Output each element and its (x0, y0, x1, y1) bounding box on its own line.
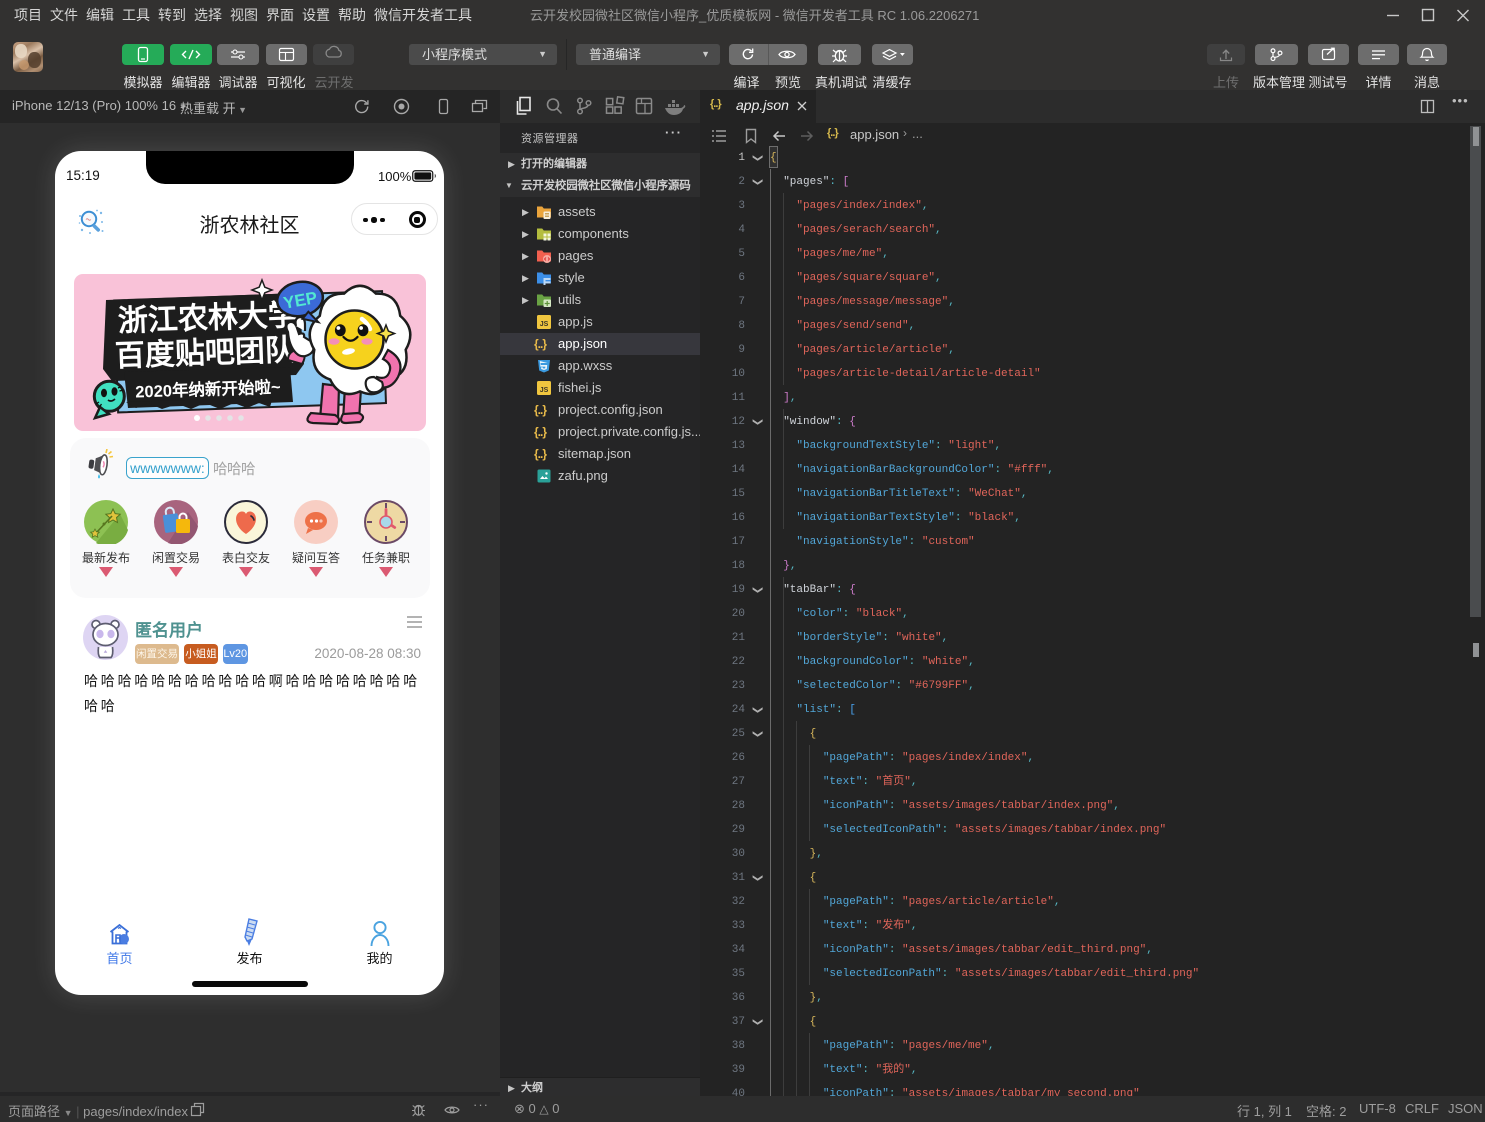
svg-text:JS: JS (540, 321, 549, 328)
svg-text:JS: JS (540, 387, 549, 394)
svg-text:百度贴吧团队: 百度贴吧团队 (114, 334, 296, 373)
svg-text:浙江农林大学: 浙江农林大学 (117, 298, 298, 338)
